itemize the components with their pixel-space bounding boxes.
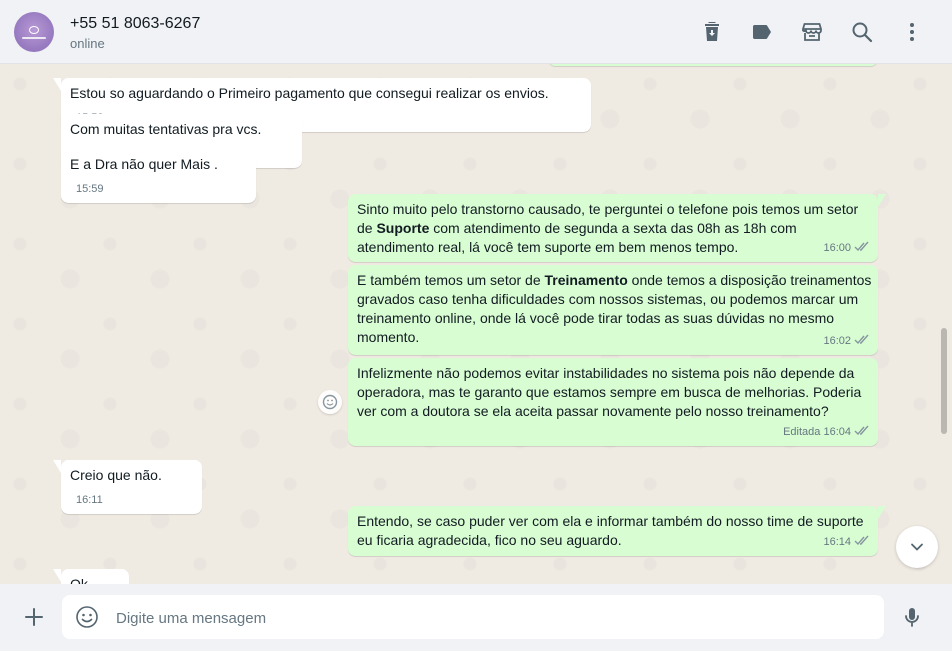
message-outgoing[interactable]: Sinto muito pelo transtorno causado, te … [348,194,886,262]
message-time: 16:02 [823,335,851,347]
double-check-icon [854,334,869,345]
emoji-icon[interactable] [75,605,99,629]
message-incoming[interactable]: Creio que não.16:11 [53,460,202,514]
attach-plus-icon[interactable] [22,605,46,629]
microphone-icon[interactable] [900,605,924,629]
message-time: 16:00 [823,242,851,254]
delete-icon[interactable] [700,20,724,44]
chevron-down-icon [911,543,923,551]
double-check-icon [854,535,869,546]
avatar-logo-icon [29,26,39,34]
menu-icon[interactable] [900,20,924,44]
chat-scrollbar[interactable] [941,328,947,434]
message-outgoing[interactable]: E também temos um setor de Treinamento o… [348,265,878,355]
label-icon[interactable] [750,20,774,44]
chat-header: +55 51 8063-6267 online [0,0,952,64]
search-icon[interactable] [850,20,874,44]
message-list[interactable]: Estou so aguardando o Primeiro pagamento… [0,64,952,584]
contact-name[interactable]: +55 51 8063-6267 [70,15,200,33]
message-input[interactable] [114,595,868,641]
message-input-container[interactable] [62,595,884,641]
message-time: 16:11 [76,494,103,506]
message-time: 15:59 [76,183,104,195]
message-outgoing[interactable]: Entendo, se caso puder ver com ela e inf… [348,506,886,556]
contact-status: online [70,36,105,51]
message-incoming[interactable]: E a Dra não quer Mais .15:59 [61,149,256,203]
composer [0,584,952,651]
edited-label: Editada [783,426,821,438]
double-check-icon [854,425,869,436]
message-partial [548,64,878,66]
contact-avatar[interactable] [14,12,54,52]
message-time: 16:14 [823,536,851,548]
scroll-down-button[interactable] [896,526,938,568]
double-check-icon [854,241,869,252]
store-icon[interactable] [800,20,824,44]
emoji-reaction-button[interactable] [318,390,342,414]
message-incoming[interactable]: Ok [53,569,129,584]
message-time: 16:04 [823,426,851,438]
message-outgoing[interactable]: Infelizmente não podemos evitar instabil… [348,358,878,446]
